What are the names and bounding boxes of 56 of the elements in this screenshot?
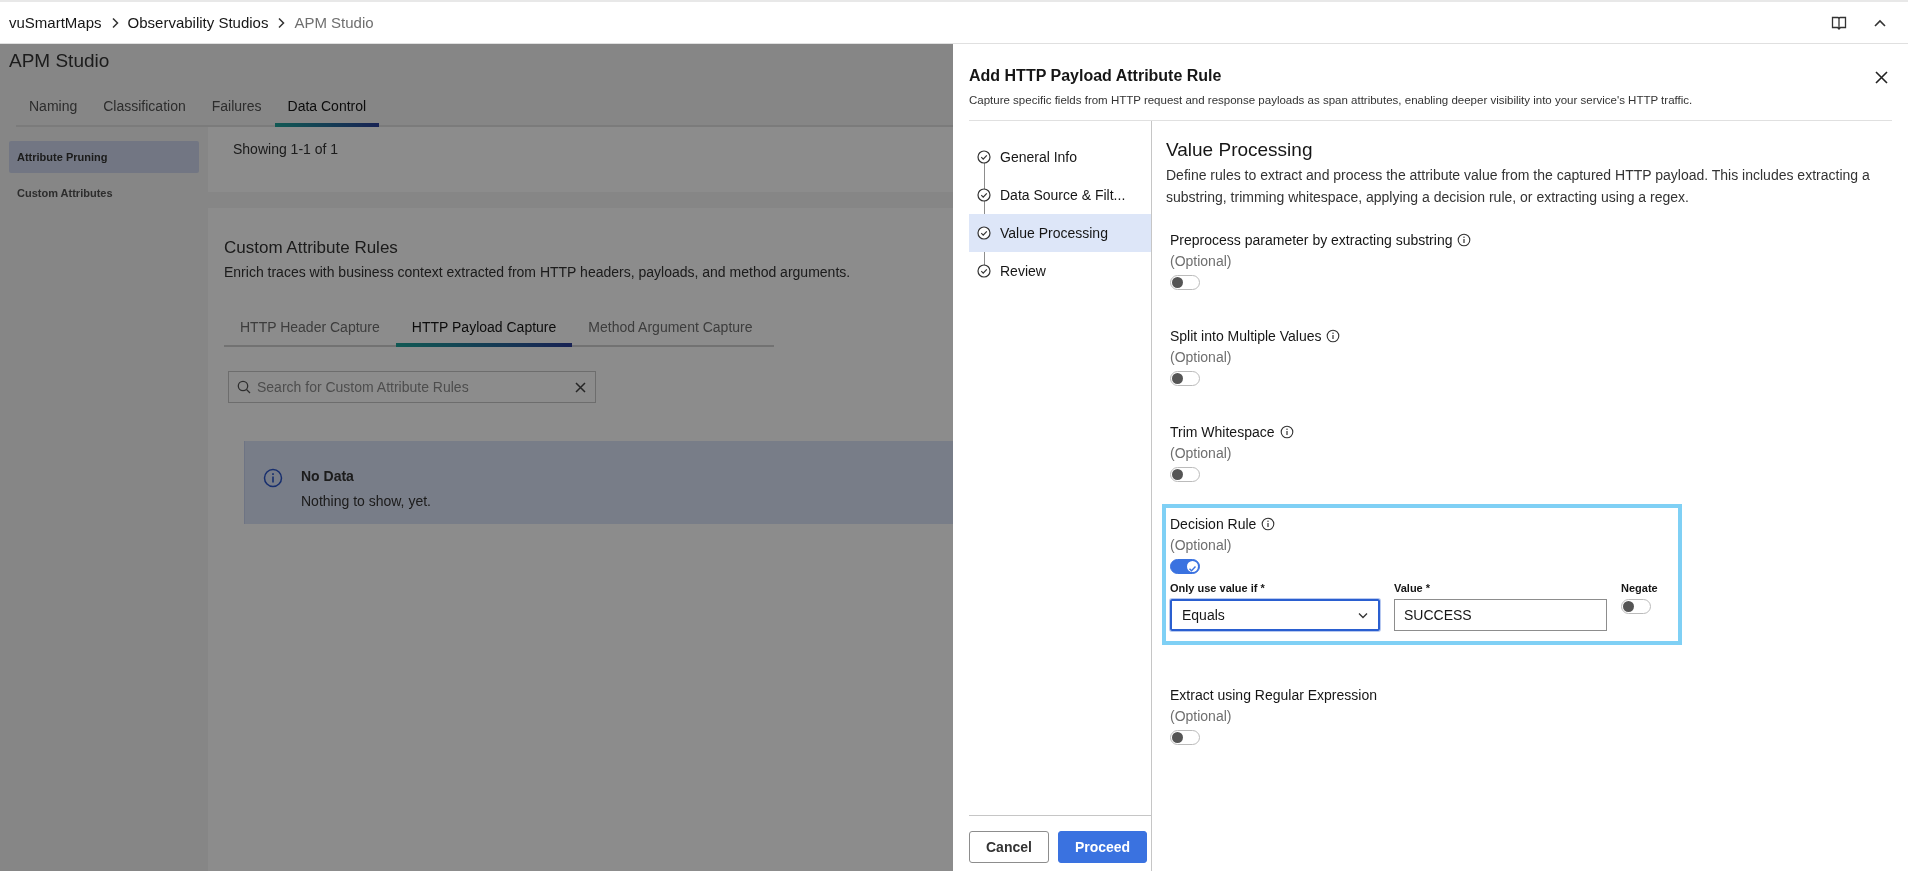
toggle-switch[interactable] xyxy=(1170,559,1200,574)
cancel-button[interactable]: Cancel xyxy=(969,831,1049,863)
step-item[interactable]: Value Processing xyxy=(969,214,1151,252)
step-item[interactable]: General Info xyxy=(969,138,1151,176)
check-circle-icon xyxy=(977,188,991,202)
option-label: Trim Whitespace xyxy=(1170,424,1275,440)
field-label: Negate xyxy=(1621,582,1658,594)
optional-hint: (Optional) xyxy=(1170,536,1233,555)
field-label: Only use value if * xyxy=(1170,582,1266,594)
check-icon xyxy=(1187,563,1198,574)
tab[interactable]: Naming xyxy=(16,84,91,127)
option-label: Decision Rule xyxy=(1170,516,1257,532)
check-circle-icon xyxy=(977,150,991,164)
close-icon[interactable] xyxy=(1875,71,1888,84)
book-icon[interactable] xyxy=(1831,14,1847,31)
proceed-button[interactable]: Proceed xyxy=(1057,831,1148,863)
chevron-down-icon xyxy=(1358,611,1368,619)
search-icon xyxy=(237,380,251,394)
section-title: Value Processing xyxy=(1166,139,1314,161)
option-label: Preprocess parameter by extracting substring xyxy=(1170,232,1453,248)
optional-hint: (Optional) xyxy=(1170,348,1233,367)
tab[interactable]: Classification xyxy=(90,84,199,127)
card-title: Custom Attribute Rules xyxy=(224,238,398,258)
optional-hint: (Optional) xyxy=(1170,707,1233,726)
breadcrumb-link[interactable]: Observability Studios xyxy=(127,14,269,31)
optional-hint: (Optional) xyxy=(1170,444,1233,463)
toggle-switch[interactable] xyxy=(1170,275,1200,290)
field-label: Value * xyxy=(1394,582,1432,594)
chevron-right-icon xyxy=(276,16,287,29)
page-title: APM Studio xyxy=(9,50,110,73)
tab[interactable]: HTTP Payload Capture xyxy=(395,310,573,347)
optional-hint: (Optional) xyxy=(1170,252,1233,271)
tab[interactable]: HTTP Header Capture xyxy=(224,310,396,347)
toggle-switch[interactable] xyxy=(1170,467,1200,482)
notice-message: Nothing to show, yet. xyxy=(301,493,431,509)
option-label: Split into Multiple Values xyxy=(1170,328,1322,344)
nav-item[interactable]: Attribute Pruning xyxy=(9,141,199,173)
tab[interactable]: Method Argument Capture xyxy=(572,310,769,347)
info-icon xyxy=(263,468,283,488)
toggle-switch[interactable] xyxy=(1621,599,1651,614)
tab[interactable]: Data Control xyxy=(274,84,380,127)
toggle-switch[interactable] xyxy=(1170,371,1200,386)
card-description: Enrich traces with business context extracted from HTTP headers, payloads, and method arguments. xyxy=(224,264,851,280)
drawer-title: Add HTTP Payload Attribute Rule xyxy=(969,67,1223,85)
condition-dropdown[interactable]: Equals xyxy=(1170,599,1380,631)
option-label: Extract using Regular Expression xyxy=(1170,687,1377,703)
check-circle-icon xyxy=(977,264,991,278)
notice-title: No Data xyxy=(301,468,355,484)
step-item[interactable]: Review xyxy=(969,252,1151,290)
tab[interactable]: Failures xyxy=(198,84,275,127)
check-circle-icon xyxy=(977,226,991,240)
breadcrumb-link[interactable]: vuSmartMaps xyxy=(9,14,102,31)
nav-item[interactable]: Custom Attributes xyxy=(9,177,199,209)
toggle-switch[interactable] xyxy=(1170,730,1200,745)
drawer-subtitle: Capture specific fields from HTTP request and response payloads as span attributes, enabling deeper visibility into your service's HTTP traffic. xyxy=(969,94,1694,106)
value-input[interactable]: SUCCESS xyxy=(1394,599,1607,631)
